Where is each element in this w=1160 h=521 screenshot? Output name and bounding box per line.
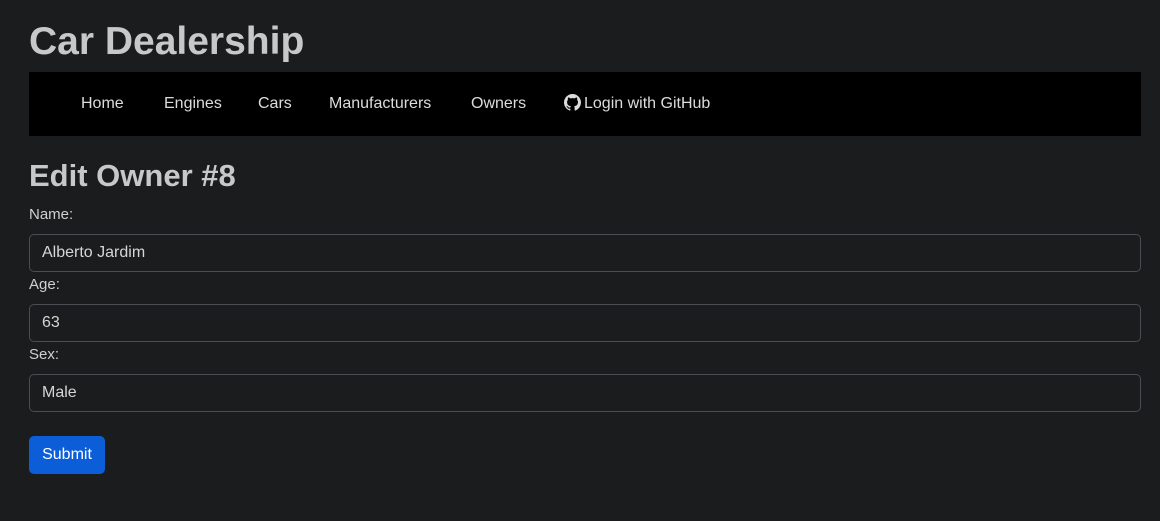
page-heading: Edit Owner #8 bbox=[29, 158, 236, 193]
name-input[interactable] bbox=[29, 234, 1141, 272]
nav-item-home[interactable]: Home bbox=[81, 94, 124, 114]
github-icon bbox=[564, 94, 581, 111]
navbar: Home Engines Cars Manufacturers Owners L… bbox=[29, 72, 1141, 136]
age-input[interactable] bbox=[29, 304, 1141, 342]
sex-input[interactable] bbox=[29, 374, 1141, 412]
name-label: Name: bbox=[29, 206, 74, 223]
nav-item-cars[interactable]: Cars bbox=[258, 94, 292, 114]
sex-label: Sex: bbox=[29, 346, 60, 363]
submit-button[interactable]: Submit bbox=[29, 436, 105, 474]
nav-item-manufacturers[interactable]: Manufacturers bbox=[329, 94, 431, 114]
nav-item-engines[interactable]: Engines bbox=[164, 94, 222, 114]
login-with-github-link[interactable]: Login with GitHub bbox=[564, 94, 710, 114]
login-label: Login with GitHub bbox=[584, 95, 711, 112]
site-title: Car Dealership bbox=[29, 20, 305, 63]
nav-item-owners[interactable]: Owners bbox=[471, 94, 526, 114]
age-label: Age: bbox=[29, 276, 60, 293]
